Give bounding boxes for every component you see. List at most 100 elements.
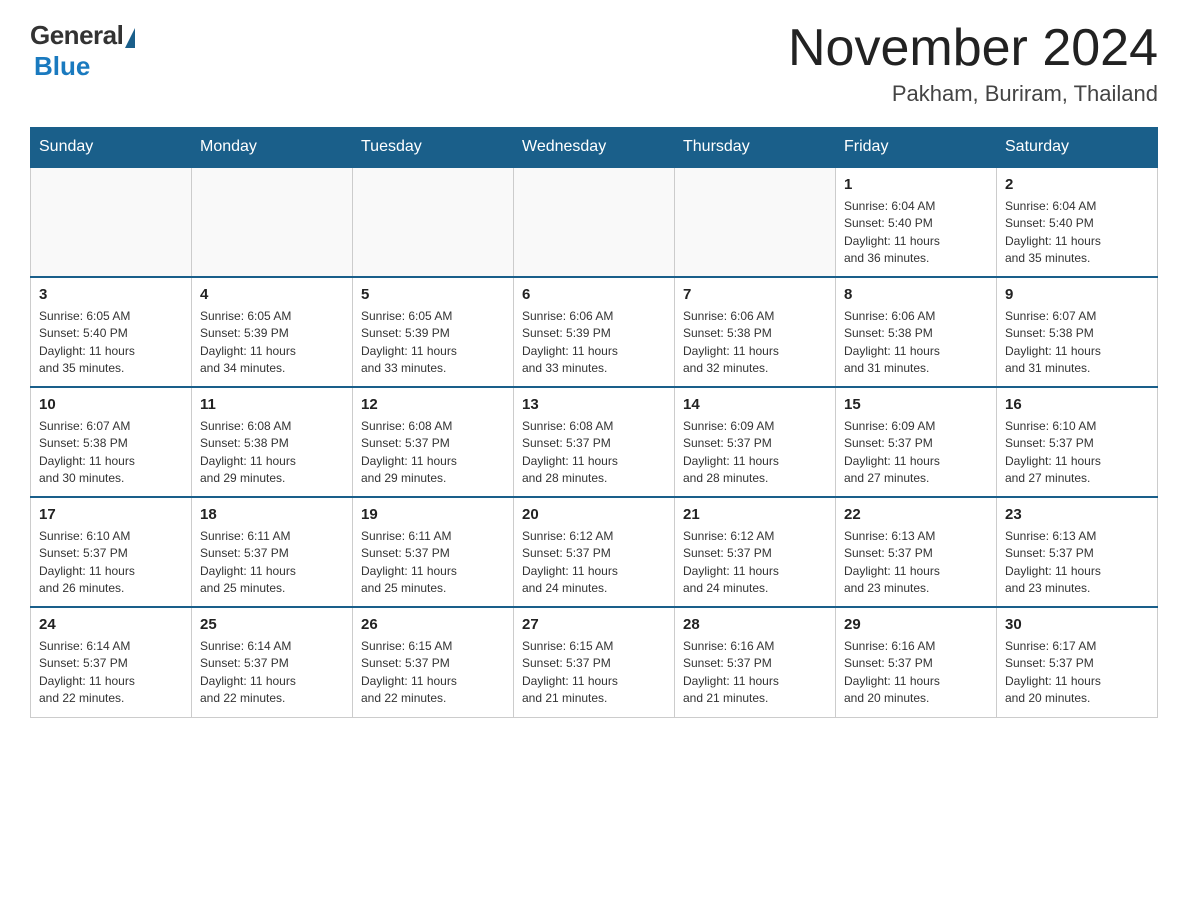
- day-number: 23: [1005, 504, 1149, 526]
- day-number: 19: [361, 504, 505, 526]
- day-number: 22: [844, 504, 988, 526]
- calendar-cell: 24Sunrise: 6:14 AM Sunset: 5:37 PM Dayli…: [31, 607, 192, 717]
- calendar-cell: 16Sunrise: 6:10 AM Sunset: 5:37 PM Dayli…: [997, 387, 1158, 497]
- day-number: 20: [522, 504, 666, 526]
- day-info: Sunrise: 6:13 AM Sunset: 5:37 PM Dayligh…: [1005, 528, 1149, 598]
- day-info: Sunrise: 6:08 AM Sunset: 5:37 PM Dayligh…: [361, 418, 505, 488]
- day-info: Sunrise: 6:08 AM Sunset: 5:38 PM Dayligh…: [200, 418, 344, 488]
- calendar-cell: 17Sunrise: 6:10 AM Sunset: 5:37 PM Dayli…: [31, 497, 192, 607]
- calendar-cell: 22Sunrise: 6:13 AM Sunset: 5:37 PM Dayli…: [836, 497, 997, 607]
- day-number: 27: [522, 614, 666, 636]
- header-friday: Friday: [836, 128, 997, 168]
- day-info: Sunrise: 6:16 AM Sunset: 5:37 PM Dayligh…: [683, 638, 827, 708]
- calendar-title: November 2024: [788, 20, 1158, 77]
- logo-triangle-icon: [125, 28, 135, 48]
- calendar-table: Sunday Monday Tuesday Wednesday Thursday…: [30, 127, 1158, 718]
- day-info: Sunrise: 6:07 AM Sunset: 5:38 PM Dayligh…: [39, 418, 183, 488]
- day-info: Sunrise: 6:15 AM Sunset: 5:37 PM Dayligh…: [361, 638, 505, 708]
- day-number: 16: [1005, 394, 1149, 416]
- day-number: 24: [39, 614, 183, 636]
- day-info: Sunrise: 6:08 AM Sunset: 5:37 PM Dayligh…: [522, 418, 666, 488]
- day-info: Sunrise: 6:06 AM Sunset: 5:38 PM Dayligh…: [683, 308, 827, 378]
- day-number: 7: [683, 284, 827, 306]
- week-row-0: 1Sunrise: 6:04 AM Sunset: 5:40 PM Daylig…: [31, 167, 1158, 277]
- day-info: Sunrise: 6:05 AM Sunset: 5:40 PM Dayligh…: [39, 308, 183, 378]
- calendar-cell: 2Sunrise: 6:04 AM Sunset: 5:40 PM Daylig…: [997, 167, 1158, 277]
- calendar-cell: 3Sunrise: 6:05 AM Sunset: 5:40 PM Daylig…: [31, 277, 192, 387]
- calendar-header: Sunday Monday Tuesday Wednesday Thursday…: [31, 128, 1158, 168]
- calendar-cell: 8Sunrise: 6:06 AM Sunset: 5:38 PM Daylig…: [836, 277, 997, 387]
- day-info: Sunrise: 6:12 AM Sunset: 5:37 PM Dayligh…: [522, 528, 666, 598]
- day-info: Sunrise: 6:13 AM Sunset: 5:37 PM Dayligh…: [844, 528, 988, 598]
- header-tuesday: Tuesday: [353, 128, 514, 168]
- week-row-3: 17Sunrise: 6:10 AM Sunset: 5:37 PM Dayli…: [31, 497, 1158, 607]
- day-number: 21: [683, 504, 827, 526]
- day-info: Sunrise: 6:09 AM Sunset: 5:37 PM Dayligh…: [844, 418, 988, 488]
- day-info: Sunrise: 6:14 AM Sunset: 5:37 PM Dayligh…: [200, 638, 344, 708]
- calendar-body: 1Sunrise: 6:04 AM Sunset: 5:40 PM Daylig…: [31, 167, 1158, 717]
- day-number: 10: [39, 394, 183, 416]
- calendar-cell: [31, 167, 192, 277]
- calendar-cell: 18Sunrise: 6:11 AM Sunset: 5:37 PM Dayli…: [192, 497, 353, 607]
- header-monday: Monday: [192, 128, 353, 168]
- day-info: Sunrise: 6:10 AM Sunset: 5:37 PM Dayligh…: [1005, 418, 1149, 488]
- day-number: 17: [39, 504, 183, 526]
- calendar-cell: 26Sunrise: 6:15 AM Sunset: 5:37 PM Dayli…: [353, 607, 514, 717]
- calendar-cell: [353, 167, 514, 277]
- calendar-cell: 21Sunrise: 6:12 AM Sunset: 5:37 PM Dayli…: [675, 497, 836, 607]
- calendar-cell: [514, 167, 675, 277]
- day-info: Sunrise: 6:06 AM Sunset: 5:39 PM Dayligh…: [522, 308, 666, 378]
- calendar-cell: 15Sunrise: 6:09 AM Sunset: 5:37 PM Dayli…: [836, 387, 997, 497]
- day-number: 30: [1005, 614, 1149, 636]
- week-row-4: 24Sunrise: 6:14 AM Sunset: 5:37 PM Dayli…: [31, 607, 1158, 717]
- day-info: Sunrise: 6:17 AM Sunset: 5:37 PM Dayligh…: [1005, 638, 1149, 708]
- calendar-cell: 13Sunrise: 6:08 AM Sunset: 5:37 PM Dayli…: [514, 387, 675, 497]
- calendar-cell: 19Sunrise: 6:11 AM Sunset: 5:37 PM Dayli…: [353, 497, 514, 607]
- day-info: Sunrise: 6:04 AM Sunset: 5:40 PM Dayligh…: [1005, 198, 1149, 268]
- day-info: Sunrise: 6:12 AM Sunset: 5:37 PM Dayligh…: [683, 528, 827, 598]
- calendar-cell: 27Sunrise: 6:15 AM Sunset: 5:37 PM Dayli…: [514, 607, 675, 717]
- calendar-cell: 30Sunrise: 6:17 AM Sunset: 5:37 PM Dayli…: [997, 607, 1158, 717]
- week-row-2: 10Sunrise: 6:07 AM Sunset: 5:38 PM Dayli…: [31, 387, 1158, 497]
- calendar-cell: 12Sunrise: 6:08 AM Sunset: 5:37 PM Dayli…: [353, 387, 514, 497]
- calendar-subtitle: Pakham, Buriram, Thailand: [788, 81, 1158, 107]
- calendar-cell: 25Sunrise: 6:14 AM Sunset: 5:37 PM Dayli…: [192, 607, 353, 717]
- day-number: 25: [200, 614, 344, 636]
- day-number: 18: [200, 504, 344, 526]
- calendar-cell: [192, 167, 353, 277]
- calendar-cell: 10Sunrise: 6:07 AM Sunset: 5:38 PM Dayli…: [31, 387, 192, 497]
- logo: General Blue: [30, 20, 135, 82]
- day-info: Sunrise: 6:05 AM Sunset: 5:39 PM Dayligh…: [200, 308, 344, 378]
- day-number: 4: [200, 284, 344, 306]
- day-info: Sunrise: 6:04 AM Sunset: 5:40 PM Dayligh…: [844, 198, 988, 268]
- day-info: Sunrise: 6:05 AM Sunset: 5:39 PM Dayligh…: [361, 308, 505, 378]
- header-sunday: Sunday: [31, 128, 192, 168]
- day-info: Sunrise: 6:16 AM Sunset: 5:37 PM Dayligh…: [844, 638, 988, 708]
- calendar-cell: 6Sunrise: 6:06 AM Sunset: 5:39 PM Daylig…: [514, 277, 675, 387]
- day-info: Sunrise: 6:09 AM Sunset: 5:37 PM Dayligh…: [683, 418, 827, 488]
- day-number: 6: [522, 284, 666, 306]
- day-info: Sunrise: 6:07 AM Sunset: 5:38 PM Dayligh…: [1005, 308, 1149, 378]
- day-info: Sunrise: 6:11 AM Sunset: 5:37 PM Dayligh…: [361, 528, 505, 598]
- header-row: Sunday Monday Tuesday Wednesday Thursday…: [31, 128, 1158, 168]
- day-number: 15: [844, 394, 988, 416]
- title-area: November 2024 Pakham, Buriram, Thailand: [788, 20, 1158, 107]
- calendar-cell: 4Sunrise: 6:05 AM Sunset: 5:39 PM Daylig…: [192, 277, 353, 387]
- day-number: 14: [683, 394, 827, 416]
- day-number: 11: [200, 394, 344, 416]
- day-number: 5: [361, 284, 505, 306]
- day-number: 28: [683, 614, 827, 636]
- day-number: 13: [522, 394, 666, 416]
- day-number: 8: [844, 284, 988, 306]
- day-info: Sunrise: 6:14 AM Sunset: 5:37 PM Dayligh…: [39, 638, 183, 708]
- week-row-1: 3Sunrise: 6:05 AM Sunset: 5:40 PM Daylig…: [31, 277, 1158, 387]
- page-header: General Blue November 2024 Pakham, Burir…: [30, 20, 1158, 107]
- calendar-cell: 9Sunrise: 6:07 AM Sunset: 5:38 PM Daylig…: [997, 277, 1158, 387]
- day-info: Sunrise: 6:06 AM Sunset: 5:38 PM Dayligh…: [844, 308, 988, 378]
- calendar-cell: 7Sunrise: 6:06 AM Sunset: 5:38 PM Daylig…: [675, 277, 836, 387]
- day-info: Sunrise: 6:11 AM Sunset: 5:37 PM Dayligh…: [200, 528, 344, 598]
- day-number: 2: [1005, 174, 1149, 196]
- calendar-cell: 1Sunrise: 6:04 AM Sunset: 5:40 PM Daylig…: [836, 167, 997, 277]
- day-number: 3: [39, 284, 183, 306]
- header-thursday: Thursday: [675, 128, 836, 168]
